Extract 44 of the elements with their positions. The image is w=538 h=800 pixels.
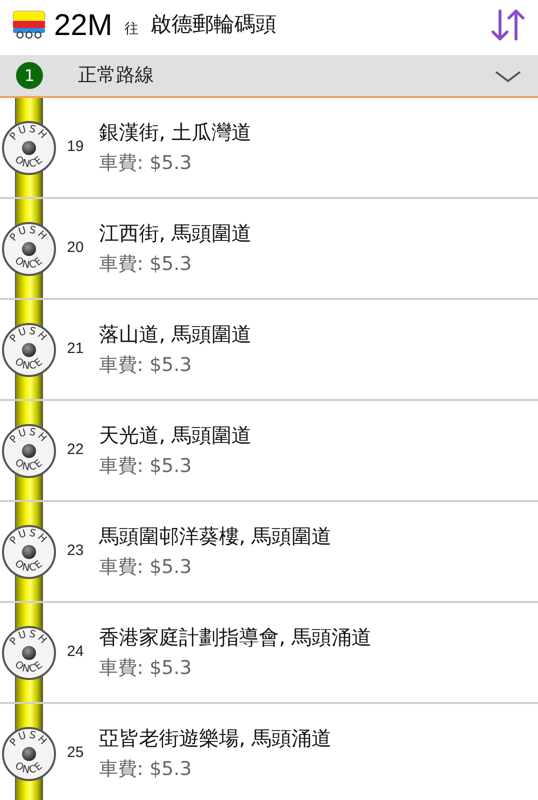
stop-name: 亞皆老街遊樂場, 馬頭涌道	[99, 725, 332, 752]
stop-number: 22	[67, 440, 85, 460]
stop-row[interactable]: PUSH ONCE 20 江西街, 馬頭圍道 車費: $5.3	[0, 199, 538, 300]
stop-row[interactable]: PUSH ONCE 19 銀漢街, 土瓜灣道 車費: $5.3	[0, 98, 538, 199]
stop-number: 21	[67, 339, 85, 360]
stop-number: 24	[67, 642, 85, 662]
stop-number: 23	[67, 541, 85, 562]
stop-row[interactable]: PUSH ONCE 22 天光道, 馬頭圍道 車費: $5.3	[0, 401, 538, 502]
fare-text: 車費: $5.3	[99, 757, 193, 782]
sort-icon[interactable]	[490, 8, 526, 42]
stop-name: 銀漢街, 土瓜灣道	[99, 119, 252, 146]
route-variant-bar[interactable]: 1 正常路線	[0, 55, 538, 98]
fare-text: 車費: $5.3	[99, 555, 193, 580]
stop-name: 天光道, 馬頭圍道	[99, 422, 252, 450]
stop-name: 落山道, 馬頭圍道	[99, 321, 252, 348]
push-once-button[interactable]: PUSH ONCE	[1, 120, 57, 176]
fare-text: 車費: $5.3	[99, 656, 193, 682]
stop-number: 19	[67, 137, 85, 158]
push-once-button[interactable]: PUSH ONCE	[1, 524, 57, 580]
stop-name: 江西街, 馬頭圍道	[99, 220, 252, 248]
route-number: 22M	[54, 8, 112, 44]
push-once-button[interactable]: PUSH ONCE	[1, 220, 57, 276]
stop-row[interactable]: PUSH ONCE 21 落山道, 馬頭圍道 車費: $5.3	[0, 300, 538, 401]
push-once-button[interactable]: PUSH ONCE	[1, 422, 57, 478]
fare-text: 車費: $5.3	[99, 353, 193, 378]
fare-text: 車費: $5.3	[99, 252, 193, 278]
stop-name: 馬頭圍邨洋葵樓, 馬頭圍道	[99, 523, 332, 550]
bus-icon	[12, 10, 46, 40]
route-variant-label: 正常路線	[78, 63, 154, 88]
stop-row[interactable]: PUSH ONCE 23 馬頭圍邨洋葵樓, 馬頭圍道 車費: $5.3	[0, 502, 538, 603]
destination-title: 啟德郵輪碼頭	[150, 11, 276, 38]
towards-label: 往	[124, 20, 138, 38]
stop-row[interactable]: PUSH ONCE 24 香港家庭計劃指導會, 馬頭涌道 車費: $5.3	[0, 603, 538, 704]
stop-row[interactable]: PUSH ONCE 25 亞皆老街遊樂場, 馬頭涌道 車費: $5.3	[0, 704, 538, 800]
fare-text: 車費: $5.3	[99, 454, 193, 480]
stop-name: 香港家庭計劃指導會, 馬頭涌道	[99, 624, 372, 652]
push-once-button[interactable]: PUSH ONCE	[1, 624, 57, 680]
push-once-button[interactable]: PUSH ONCE	[1, 322, 57, 378]
fare-text: 車費: $5.3	[99, 151, 193, 176]
chevron-down-icon	[494, 68, 522, 82]
route-number-badge: 1	[16, 62, 43, 89]
stop-number: 25	[67, 743, 85, 764]
stop-number: 20	[67, 238, 85, 258]
push-once-button[interactable]: PUSH ONCE	[1, 726, 57, 782]
